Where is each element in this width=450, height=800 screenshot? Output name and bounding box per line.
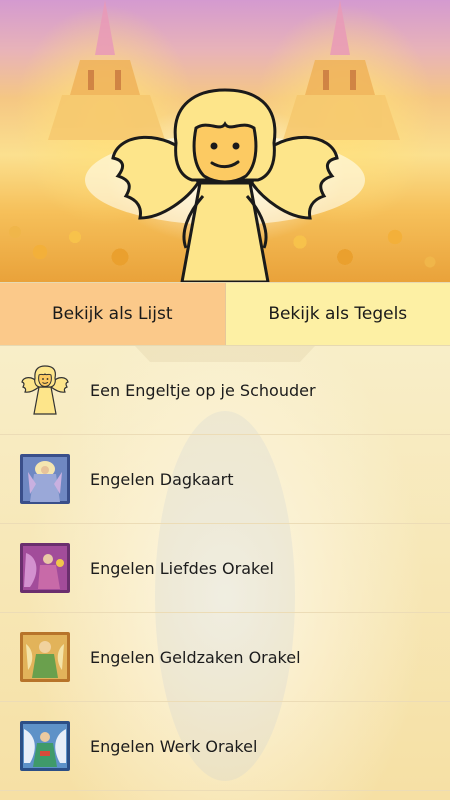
- list-item[interactable]: Engelen Werk Orakel: [0, 702, 450, 791]
- list-item-label: Engelen Dagkaart: [90, 469, 234, 489]
- list-item-label: Een Engeltje op je Schouder: [90, 380, 316, 400]
- list-item-label: Engelen Werk Orakel: [90, 736, 258, 756]
- view-as-tiles-button[interactable]: Bekijk als Tegels: [225, 283, 450, 345]
- list-item-label: Engelen Geldzaken Orakel: [90, 647, 301, 667]
- cartoon-angel-icon: [20, 365, 70, 415]
- view-toggle: Bekijk als Lijst Bekijk als Tegels: [0, 282, 450, 346]
- header-banner: [0, 0, 450, 282]
- list-item[interactable]: Een Engeltje op je Schouder: [0, 346, 450, 435]
- angel-illustration: [111, 88, 339, 282]
- angel-card-thumbnail: [20, 543, 70, 593]
- list-item[interactable]: Engelen Geldzaken Orakel: [0, 613, 450, 702]
- oracle-list: Een Engeltje op je Schouder Engelen Dagk…: [0, 346, 450, 800]
- angel-card-thumbnail: [20, 454, 70, 504]
- list-item-label: Engelen Liefdes Orakel: [90, 558, 274, 578]
- list-item[interactable]: Engelen Liefdes Orakel: [0, 524, 450, 613]
- list-item[interactable]: Engelen Dagkaart: [0, 435, 450, 524]
- angel-card-thumbnail: [20, 632, 70, 682]
- angel-card-thumbnail: [20, 721, 70, 771]
- view-as-list-button[interactable]: Bekijk als Lijst: [0, 283, 226, 345]
